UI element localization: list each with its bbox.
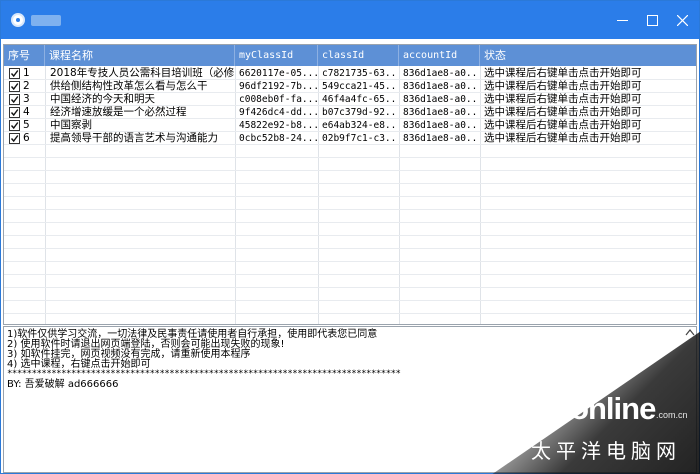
- column-header-index[interactable]: 序号: [4, 45, 45, 66]
- close-icon: [676, 14, 688, 26]
- column-header-course-name[interactable]: 课程名称: [45, 45, 235, 66]
- grid-row-line: [4, 274, 696, 275]
- checkmark-icon: [10, 83, 19, 91]
- app-window: 序号 课程名称 myClassId classId accountId 状态 1…: [0, 0, 700, 474]
- row-checkbox[interactable]: [9, 133, 20, 144]
- grid-row-line: [4, 131, 696, 132]
- minimize-icon: [616, 19, 628, 21]
- grid-row-line: [4, 118, 696, 119]
- grid-row-line: [4, 300, 696, 301]
- grid-row-line: [4, 105, 696, 106]
- row-checkbox[interactable]: [9, 81, 20, 92]
- title-bar[interactable]: [1, 1, 699, 39]
- minimize-button[interactable]: [607, 1, 637, 39]
- row-checkbox[interactable]: [9, 107, 20, 118]
- checkmark-icon: [10, 96, 19, 104]
- app-logo-icon: [11, 13, 25, 27]
- grid-row-line: [4, 144, 696, 145]
- log-textbox[interactable]: 1)软件仅供学习交流，一切法律及民事责任请使用者自行承担，使用即代表您已同意 2)…: [3, 326, 697, 473]
- grid-row-line: [4, 222, 696, 223]
- window-title-redacted: [31, 15, 61, 26]
- close-button[interactable]: [667, 1, 697, 39]
- grid-header: 序号 课程名称 myClassId classId accountId 状态: [4, 45, 696, 66]
- maximize-button[interactable]: [637, 1, 667, 39]
- checkmark-icon: [10, 135, 19, 143]
- grid-row-line: [4, 92, 696, 93]
- log-line: BY: 吾爱破解 ad666666: [7, 379, 119, 390]
- grid-row-line: [4, 170, 696, 171]
- grid-row-line: [4, 235, 696, 236]
- course-grid[interactable]: 序号 课程名称 myClassId classId accountId 状态 1…: [3, 44, 697, 325]
- grid-row-line: [4, 287, 696, 288]
- grid-row-line: [4, 183, 696, 184]
- checkmark-icon: [10, 70, 19, 78]
- row-checkbox[interactable]: [9, 94, 20, 105]
- grid-row-line: [4, 79, 696, 80]
- row-checkbox[interactable]: [9, 68, 20, 79]
- scroll-up-arrow-icon[interactable]: [685, 328, 695, 336]
- column-header-accountid[interactable]: accountId: [399, 45, 480, 66]
- grid-row-line: [4, 157, 696, 158]
- grid-row-line: [4, 261, 696, 262]
- column-header-classid[interactable]: classId: [318, 45, 399, 66]
- checkmark-icon: [10, 109, 19, 117]
- column-header-myclassid[interactable]: myClassId: [235, 45, 318, 66]
- row-checkbox[interactable]: [9, 120, 20, 131]
- grid-row-line: [4, 248, 696, 249]
- grid-row-line: [4, 313, 696, 314]
- maximize-icon: [646, 14, 658, 26]
- grid-row-line: [4, 209, 696, 210]
- column-header-status[interactable]: 状态: [480, 45, 696, 66]
- checkmark-icon: [10, 122, 19, 130]
- grid-row-line: [4, 196, 696, 197]
